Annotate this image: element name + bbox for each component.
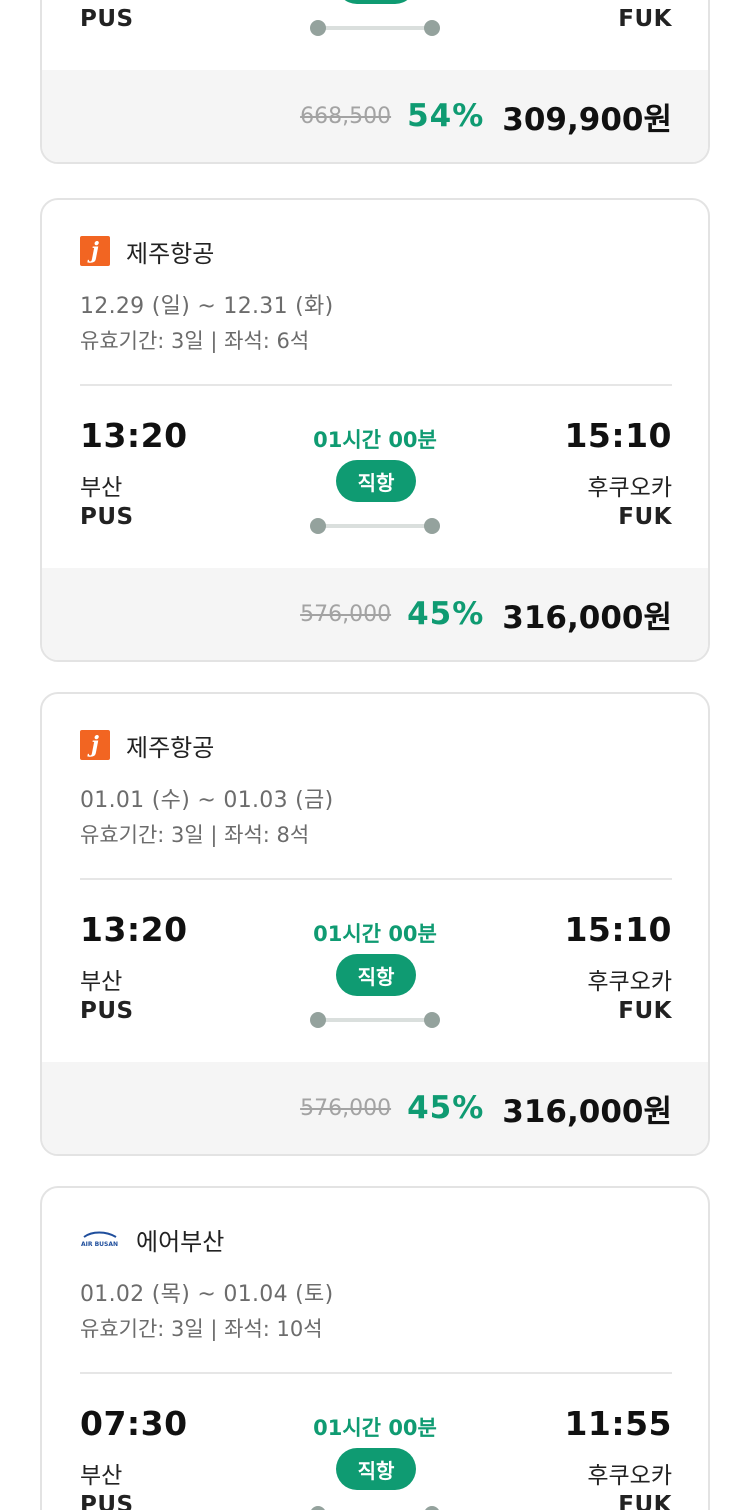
original-price: 576,000 — [300, 601, 392, 627]
price-bar: 576,000 45% 316,000원 — [42, 1062, 708, 1154]
departure-airport-code: PUS — [80, 504, 134, 530]
direct-badge: 직항 — [336, 954, 416, 996]
arrival-city: 후쿠오카 — [587, 475, 672, 501]
departure-airport-code: PUS — [80, 6, 134, 32]
route-line — [310, 518, 440, 534]
arrival-airport-code: FUK — [618, 998, 672, 1024]
departure-city: 부산 — [80, 969, 123, 995]
divider — [80, 1372, 672, 1374]
final-price: 316,000원 — [502, 1093, 672, 1130]
flight-duration: 01시간 00분 — [313, 922, 437, 946]
airline-row: AIR BUSAN 에어부산 — [80, 1224, 225, 1256]
direct-badge: 직항 — [336, 460, 416, 502]
departure-city: 부산 — [80, 1463, 123, 1489]
airline-name: 제주항공 — [126, 733, 215, 762]
travel-dates: 01.02 (목) ~ 01.04 (토) — [80, 1282, 334, 1307]
divider — [80, 878, 672, 880]
route-line — [310, 1012, 440, 1028]
discount-rate: 45% — [407, 1090, 485, 1126]
route-line — [310, 20, 440, 36]
airline-row: j 제주항공 — [80, 730, 215, 762]
validity-seats: 유효기간: 3일 | 좌석: 10석 — [80, 1317, 323, 1341]
flight-duration: 01시간 00분 — [313, 428, 437, 452]
divider — [80, 384, 672, 386]
direct-badge — [336, 0, 416, 4]
airline-name: 에어부산 — [136, 1227, 225, 1256]
flight-card[interactable]: PUS FUK 668,500 54% 309,900원 — [40, 0, 710, 164]
direct-badge: 직항 — [336, 1448, 416, 1490]
air-busan-logo: AIR BUSAN — [80, 1224, 120, 1254]
price-bar: 576,000 45% 316,000원 — [42, 568, 708, 660]
svg-text:AIR BUSAN: AIR BUSAN — [81, 1241, 118, 1248]
departure-airport-code: PUS — [80, 998, 134, 1024]
validity-seats: 유효기간: 3일 | 좌석: 6석 — [80, 329, 310, 353]
arrival-city: 후쿠오카 — [587, 1463, 672, 1489]
flight-card[interactable]: AIR BUSAN 에어부산 01.02 (목) ~ 01.04 (토) 유효기… — [40, 1186, 710, 1510]
departure-airport-code: PUS — [80, 1492, 134, 1510]
arrival-airport-code: FUK — [618, 6, 672, 32]
price-bar: 668,500 54% 309,900원 — [42, 70, 708, 162]
arrival-city: 후쿠오카 — [587, 969, 672, 995]
travel-dates: 01.01 (수) ~ 01.03 (금) — [80, 788, 334, 813]
discount-rate: 54% — [407, 98, 485, 134]
final-price: 309,900원 — [502, 101, 672, 138]
original-price: 668,500 — [300, 103, 392, 129]
travel-dates: 12.29 (일) ~ 12.31 (화) — [80, 294, 334, 319]
route-line — [310, 1506, 440, 1510]
arrival-airport-code: FUK — [618, 1492, 672, 1510]
flight-card[interactable]: j 제주항공 01.01 (수) ~ 01.03 (금) 유효기간: 3일 | … — [40, 692, 710, 1156]
airline-name: 제주항공 — [126, 239, 215, 268]
airline-row: j 제주항공 — [80, 236, 215, 268]
discount-rate: 45% — [407, 596, 485, 632]
arrival-airport-code: FUK — [618, 504, 672, 530]
jeju-air-logo: j — [80, 236, 110, 266]
validity-seats: 유효기간: 3일 | 좌석: 8석 — [80, 823, 310, 847]
flight-duration: 01시간 00분 — [313, 1416, 437, 1440]
original-price: 576,000 — [300, 1095, 392, 1121]
final-price: 316,000원 — [502, 599, 672, 636]
jeju-air-logo: j — [80, 730, 110, 760]
departure-city: 부산 — [80, 475, 123, 501]
flight-card[interactable]: j 제주항공 12.29 (일) ~ 12.31 (화) 유효기간: 3일 | … — [40, 198, 710, 662]
